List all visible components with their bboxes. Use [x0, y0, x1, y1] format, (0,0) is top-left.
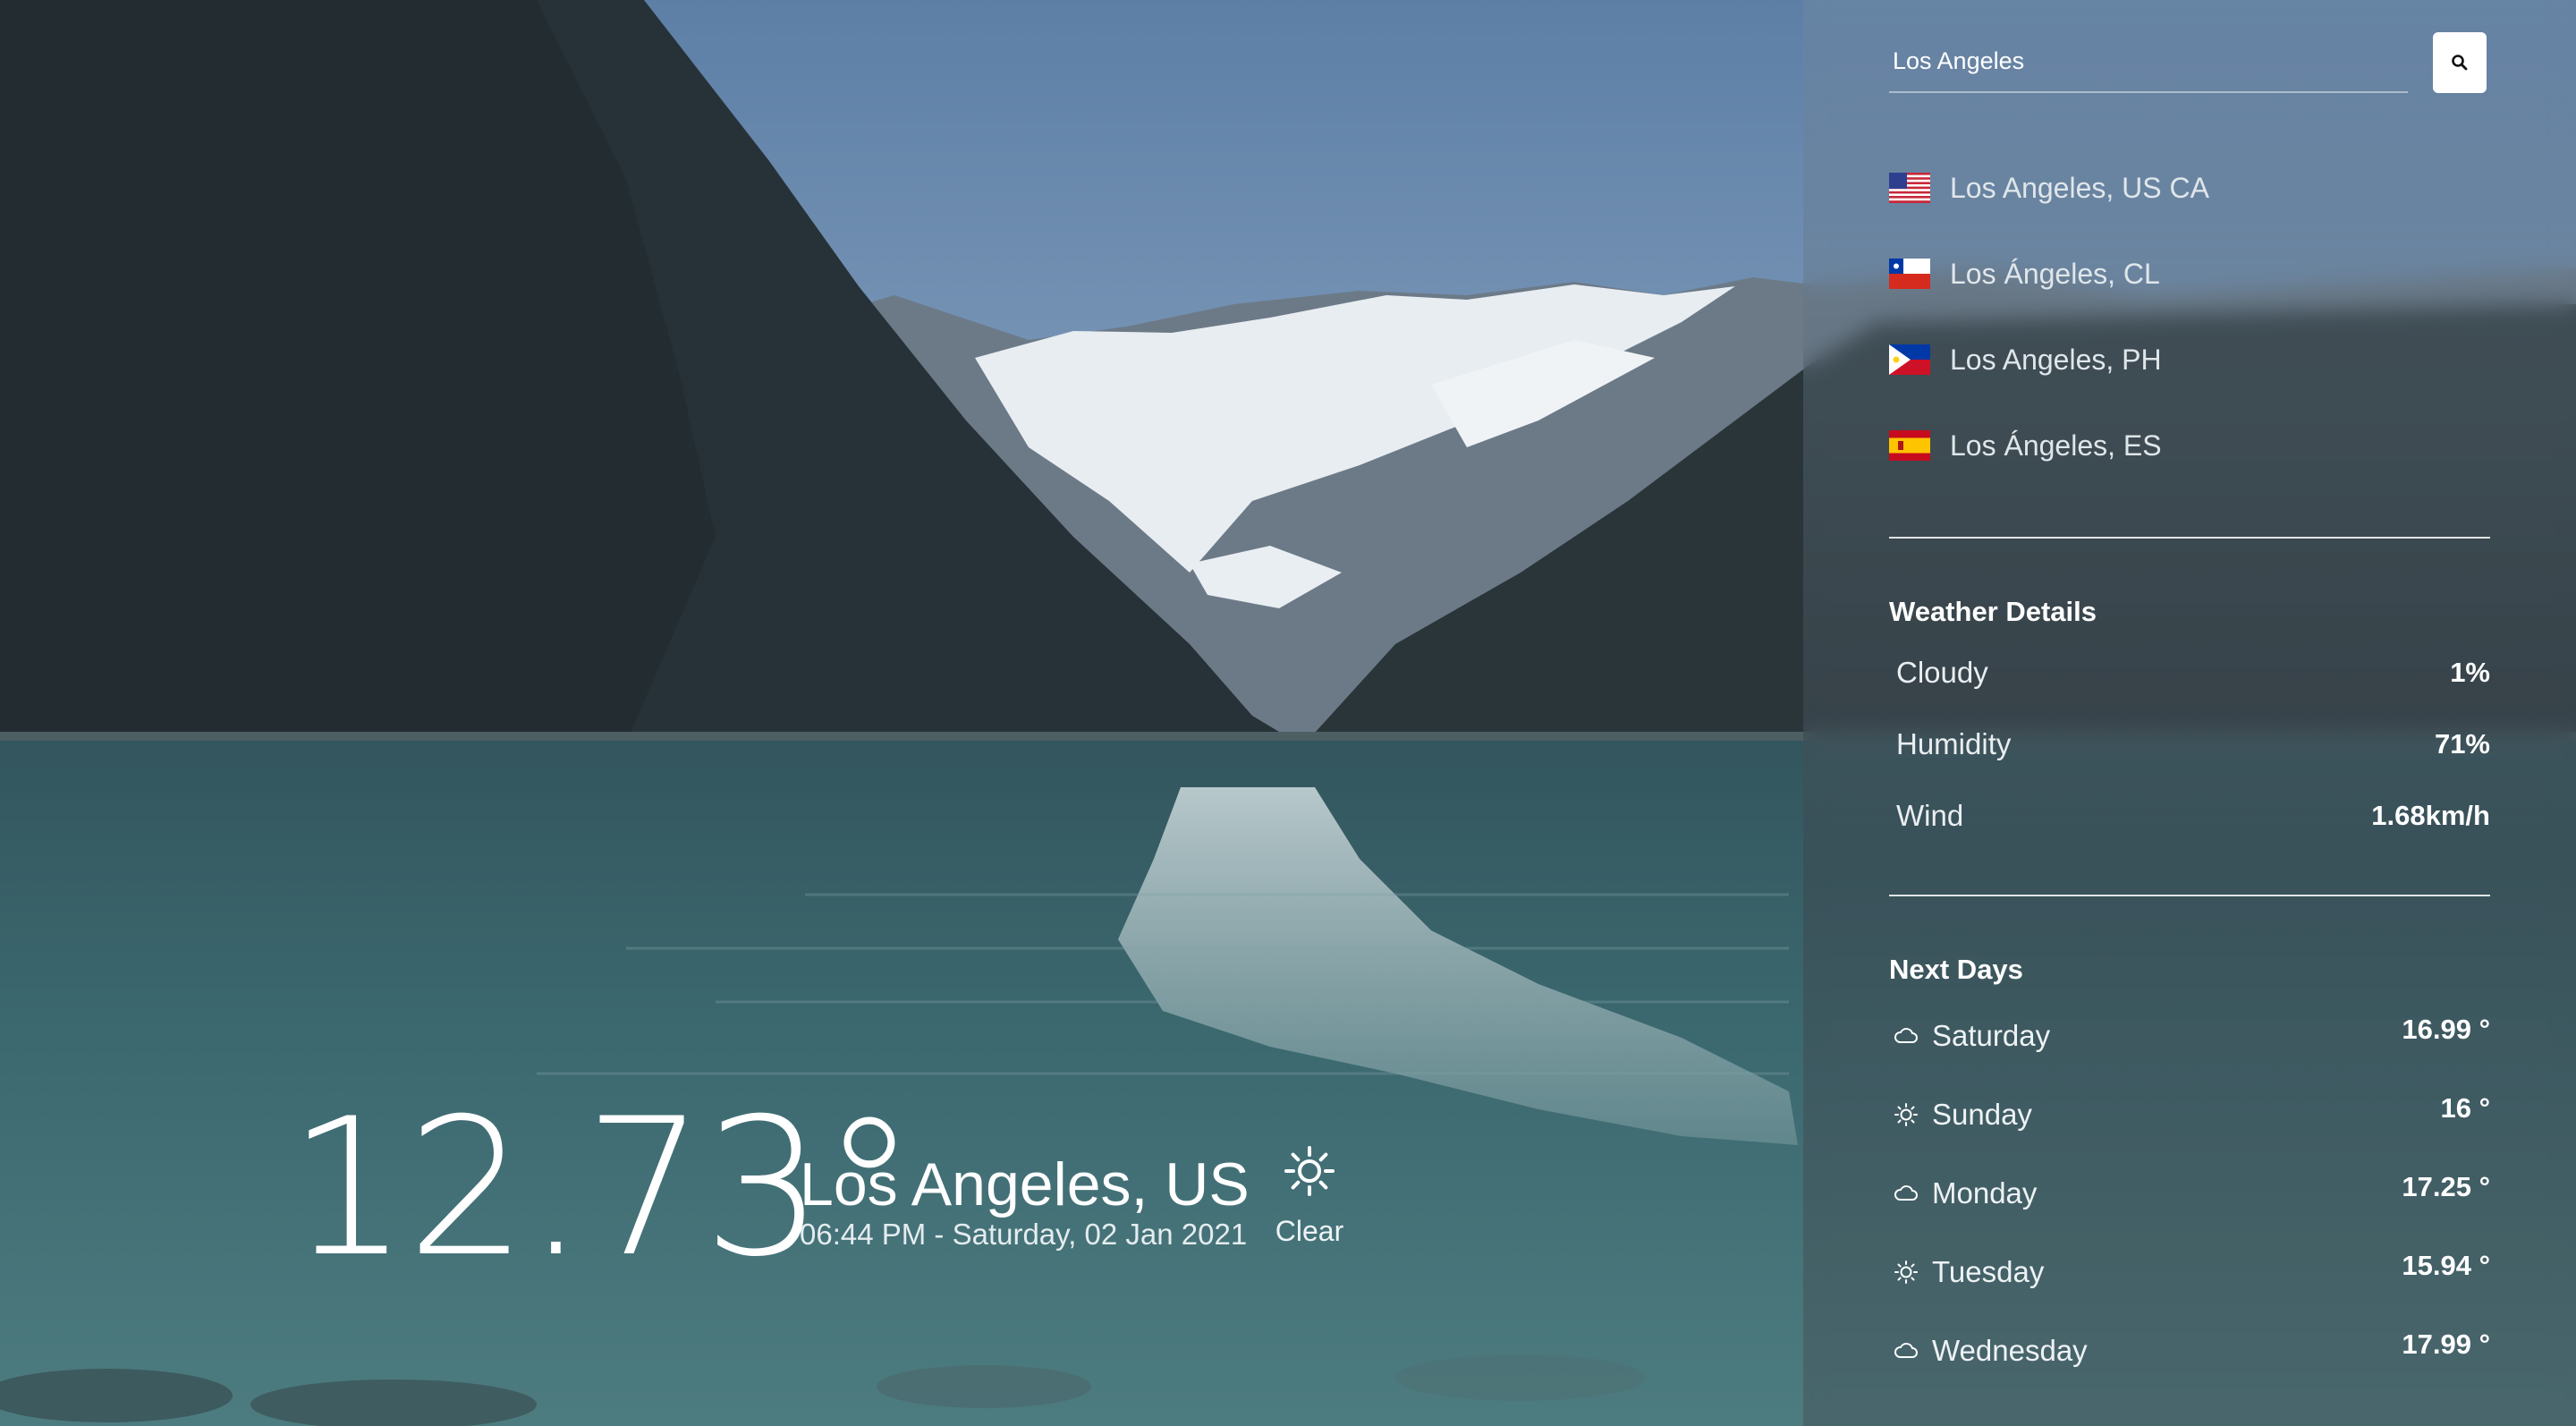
forecast-day: Monday	[1932, 1176, 2038, 1210]
detail-value: 71%	[2434, 728, 2490, 760]
divider	[1889, 895, 2490, 896]
forecast-row: Tuesday 15.94 °	[1893, 1245, 2490, 1299]
sun-icon	[1284, 1146, 1335, 1196]
current-condition: Clear	[1256, 1145, 1363, 1248]
forecast-day: Tuesday	[1932, 1255, 2045, 1288]
weather-details-title: Weather Details	[1889, 596, 2097, 627]
forecast-day: Saturday	[1932, 1019, 2051, 1052]
suggestion-label: Los Angeles, US CA	[1950, 171, 2209, 204]
suggestion-label: Los Ángeles, CL	[1950, 257, 2160, 290]
next-days-title: Next Days	[1889, 954, 2023, 985]
forecast-row: Monday 17.25 °	[1893, 1167, 2490, 1220]
search-button[interactable]	[2433, 32, 2487, 93]
detail-label: Cloudy	[1896, 656, 1988, 689]
us-flag-icon	[1889, 173, 1930, 203]
search-input[interactable]	[1889, 30, 2408, 93]
detail-row-humidity: Humidity 71%	[1896, 717, 2490, 771]
es-flag-icon	[1889, 430, 1930, 461]
suggestion-item[interactable]: Los Ángeles, ES	[1889, 403, 2490, 488]
suggestion-label: Los Angeles, PH	[1950, 343, 2162, 376]
suggestion-item[interactable]: Los Ángeles, CL	[1889, 231, 2490, 317]
cloud-icon	[1894, 1185, 1918, 1201]
current-city: Los Angeles, US	[800, 1150, 1250, 1218]
condition-label: Clear	[1275, 1215, 1344, 1247]
detail-row-cloudy: Cloudy 1%	[1896, 646, 2490, 700]
sun-icon	[1894, 1103, 1918, 1126]
cloud-icon	[1894, 1343, 1918, 1358]
forecast-temp: 16 °	[2440, 1092, 2491, 1124]
forecast-temp: 17.25 °	[2402, 1171, 2490, 1202]
detail-row-wind: Wind 1.68km/h	[1896, 789, 2490, 843]
divider	[1889, 537, 2490, 539]
search-icon	[2452, 55, 2468, 71]
forecast-row: Sunday 16 °	[1893, 1088, 2490, 1142]
detail-value: 1%	[2450, 657, 2490, 688]
current-datetime: 06:44 PM - Saturday, 02 Jan 2021	[800, 1218, 1248, 1251]
forecast-temp: 17.99 °	[2402, 1328, 2490, 1360]
forecast-temp: 15.94 °	[2402, 1250, 2490, 1281]
suggestion-item[interactable]: Los Angeles, PH	[1889, 317, 2490, 403]
sun-icon	[1894, 1260, 1918, 1284]
forecast-day: Sunday	[1932, 1098, 2032, 1131]
detail-label: Wind	[1896, 799, 1964, 832]
detail-value: 1.68km/h	[2371, 800, 2490, 831]
suggestion-item[interactable]: Los Angeles, US CA	[1889, 145, 2490, 231]
cloud-icon	[1894, 1028, 1918, 1043]
forecast-day: Wednesday	[1932, 1334, 2088, 1367]
search-bar	[1889, 30, 2490, 95]
suggestion-list: Los Angeles, US CA Los Ángeles, CL Los A…	[1889, 145, 2490, 488]
suggestion-label: Los Ángeles, ES	[1950, 429, 2162, 462]
cl-flag-icon	[1889, 259, 1930, 289]
forecast-temp: 16.99 °	[2402, 1014, 2490, 1045]
forecast-row: Saturday 16.99 °	[1893, 1009, 2490, 1063]
sidebar-panel: Los Angeles, US CA Los Ángeles, CL Los A…	[1803, 0, 2576, 1426]
forecast-row: Wednesday 17.99 °	[1893, 1324, 2490, 1378]
ph-flag-icon	[1889, 344, 1930, 375]
detail-label: Humidity	[1896, 727, 2012, 760]
